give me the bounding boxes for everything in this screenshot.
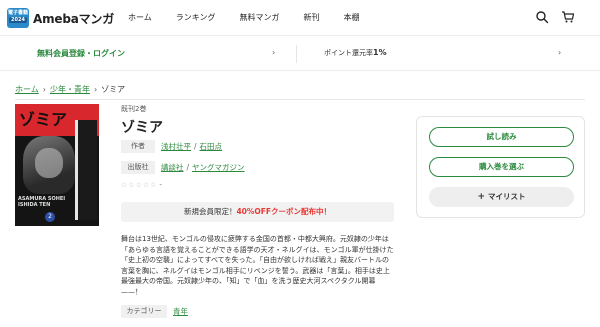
coupon-prefix: 新規会員限定！ — [183, 207, 237, 216]
promo-divider — [296, 45, 297, 63]
publisher-separator: / — [186, 163, 190, 172]
mylist-button[interactable]: + マイリスト — [429, 187, 574, 207]
author-label: 作者 — [121, 140, 155, 153]
main-nav: ホーム ランキング 無料マンガ 新刊 本棚 — [128, 12, 384, 23]
nav-bookshelf[interactable]: 本棚 — [344, 12, 360, 23]
breadcrumb-home[interactable]: ホーム — [15, 84, 39, 95]
logo-text: Amebaマンガ — [33, 11, 115, 26]
coupon-banner[interactable]: 新規会員限定！40%OFFクーポン配布中！ — [121, 202, 394, 222]
author-link-2[interactable]: 石田点 — [200, 142, 223, 151]
plus-icon: + — [477, 192, 486, 202]
rating-stars: ☆☆☆☆☆ - — [121, 181, 163, 189]
point-rate-link[interactable]: ポイント還元率1% — [324, 48, 387, 58]
publisher-values: 講談社 / ヤングマガジン — [161, 162, 245, 173]
cover-title: ゾミア — [19, 110, 68, 129]
breadcrumb-category[interactable]: 少年・青年 — [50, 84, 90, 95]
logo-badge-year: 2024 — [9, 17, 27, 23]
mylist-label: マイリスト — [488, 192, 526, 201]
category-row: カテゴリー 青年 — [121, 305, 188, 318]
coupon-highlight: 40%OFFクーポン配布中！ — [236, 207, 332, 216]
logo-badge-top: 電子書籍 — [7, 10, 28, 16]
rating-value: - — [159, 181, 163, 189]
site-header: 電子書籍 2024 Amebaマンガ ホーム ランキング 無料マンガ 新刊 本棚 — [0, 0, 600, 36]
page-title: ゾミア — [121, 120, 163, 136]
cover-illustration-highlight — [35, 148, 63, 178]
point-rate-suffix: % — [378, 48, 387, 57]
publisher-label: 出版社 — [121, 161, 155, 174]
logo-badge: 電子書籍 2024 — [7, 8, 29, 28]
book-cover[interactable]: ゾミア ASAMURA SOHEI ISHIDA TEN 2 — [15, 104, 99, 226]
point-rate-prefix: ポイント還元率 — [324, 49, 373, 57]
book-description: 舞台は13世紀、モンゴルの侵攻に疲弊する金国の首都・中都大興府。元奴隷の少年は「… — [121, 235, 394, 296]
signup-login-link[interactable]: 無料会員登録・ログイン — [37, 48, 125, 59]
chevron-right-icon: › — [558, 48, 562, 57]
nav-ranking[interactable]: ランキング — [176, 12, 216, 23]
cover-author-line2: ISHIDA TEN — [18, 202, 51, 208]
publisher-row: 出版社 講談社 / ヤングマガジン — [121, 161, 245, 174]
promo-bar: 無料会員登録・ログイン › ポイント還元率1% › — [0, 37, 600, 71]
action-panel: 試し読み 購入巻を選ぶ + マイリスト — [416, 116, 585, 218]
nav-new-releases[interactable]: 新刊 — [304, 12, 320, 23]
magazine-link[interactable]: ヤングマガジン — [192, 163, 245, 172]
breadcrumb-separator: › — [93, 85, 98, 94]
divider — [15, 99, 585, 100]
breadcrumb-separator: › — [42, 85, 46, 94]
chevron-right-icon: › — [272, 48, 276, 57]
cover-author: ASAMURA SOHEI ISHIDA TEN — [18, 196, 65, 208]
cart-icon[interactable] — [561, 10, 575, 24]
category-link[interactable]: 青年 — [173, 307, 188, 316]
author-separator: / — [194, 142, 197, 151]
nav-home[interactable]: ホーム — [128, 12, 152, 23]
breadcrumb-current: ゾミア — [101, 85, 126, 94]
cover-volume-badge: 2 — [45, 212, 55, 222]
nav-free-manga[interactable]: 無料マンガ — [240, 12, 280, 23]
site-logo[interactable]: 電子書籍 2024 Amebaマンガ — [7, 8, 114, 28]
author-link-1[interactable]: 浅村壮平 — [161, 142, 191, 151]
category-value: 青年 — [173, 306, 188, 317]
author-values: 浅村壮平 / 石田点 — [161, 141, 222, 152]
volume-count: 既刊2巻 — [121, 105, 147, 113]
breadcrumb: ホーム › 少年・青年 › ゾミア — [15, 84, 125, 95]
star-icons: ☆☆☆☆☆ — [121, 181, 158, 189]
publisher-link[interactable]: 講談社 — [161, 163, 184, 172]
search-icon[interactable] — [535, 10, 549, 24]
cover-z-letter — [75, 120, 97, 220]
trial-read-button[interactable]: 試し読み — [429, 127, 574, 147]
author-row: 作者 浅村壮平 / 石田点 — [121, 140, 222, 153]
category-label: カテゴリー — [121, 305, 167, 318]
select-volume-button[interactable]: 購入巻を選ぶ — [429, 157, 574, 177]
